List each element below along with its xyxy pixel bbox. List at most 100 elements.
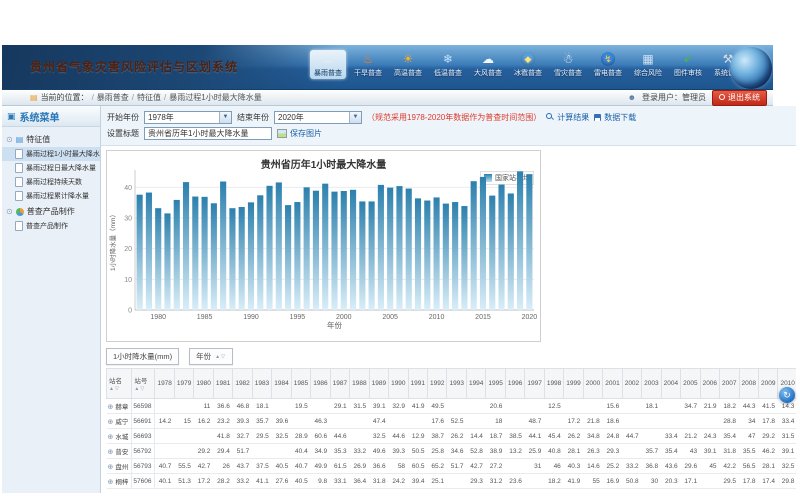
calculate-button[interactable]: 计算结果	[546, 112, 589, 123]
year-column-header[interactable]: 1993	[447, 369, 466, 399]
tree-expand-icon[interactable]: ⊙	[6, 208, 13, 216]
sidebar-item[interactable]: 普查产品制作	[2, 219, 100, 233]
year-column-header[interactable]: 1992	[428, 369, 447, 399]
wind-cloud-icon: ☁	[478, 51, 498, 67]
value-cell: 56.5	[739, 459, 758, 474]
chart-bar	[257, 195, 263, 310]
breadcrumb-item[interactable]: 暴雨普查	[97, 93, 129, 102]
nav-item-risk[interactable]: ▦综合风险	[630, 50, 666, 79]
breadcrumb-item[interactable]: 暴雨过程1小时最大降水量	[169, 93, 261, 102]
year-column-header[interactable]: 1979	[174, 369, 193, 399]
row-expand-icon[interactable]: ⊕	[108, 479, 114, 486]
chart-bar	[359, 201, 365, 310]
year-column-header[interactable]: 1983	[252, 369, 271, 399]
year-column-header[interactable]: 2004	[661, 369, 680, 399]
nav-item-cold[interactable]: ❄低温普查	[430, 50, 466, 79]
year-column-header[interactable]: 2008	[739, 369, 758, 399]
year-column-header[interactable]: 1982	[233, 369, 252, 399]
year-column-header[interactable]: 2005	[681, 369, 700, 399]
value-cell: 60.6	[311, 429, 330, 444]
value-cell	[252, 444, 271, 459]
value-cell: 24.8	[603, 429, 622, 444]
value-cell	[505, 459, 524, 474]
svg-text:0: 0	[128, 308, 132, 315]
year-column-header[interactable]: 1990	[389, 369, 408, 399]
breadcrumb-item[interactable]: 特征值	[137, 93, 161, 102]
column-header-站名[interactable]: 站名 ▲▽	[107, 369, 132, 399]
sidebar-item[interactable]: 暴雨过程1小时最大降水量	[2, 147, 100, 161]
value-cell	[194, 429, 213, 444]
year-column-header[interactable]: 2006	[700, 369, 719, 399]
sidebar-group-1[interactable]: ⊙普查产品制作	[2, 203, 100, 219]
breadcrumb-separator: /	[92, 93, 94, 102]
year-column-header[interactable]: 1984	[272, 369, 291, 399]
value-cell: 60.5	[408, 459, 427, 474]
year-column-header[interactable]: 1995	[486, 369, 505, 399]
year-column-header[interactable]: 1987	[330, 369, 349, 399]
column-field-chip[interactable]: 年份 ▲▽	[189, 348, 233, 365]
year-column-header[interactable]: 2009	[758, 369, 777, 399]
table-row: ⊕威宁5669114.21516.223.239.335.739.646.347…	[107, 414, 797, 429]
value-cell	[272, 444, 291, 459]
nav-item-rainstorm[interactable]: ☁暴雨普查	[310, 50, 346, 79]
year-column-header[interactable]: 1981	[213, 369, 232, 399]
row-expand-icon[interactable]: ⊕	[108, 464, 114, 471]
logout-button[interactable]: 退出系统	[712, 90, 767, 106]
table-row: ⊕普安5679229.229.451.740.434.935.333.249.6…	[107, 444, 797, 459]
year-column-header[interactable]: 2007	[720, 369, 739, 399]
year-column-header[interactable]: 1996	[505, 369, 524, 399]
save-image-button[interactable]: 保存图片	[277, 128, 322, 139]
start-year-select[interactable]: 1978年 ▼	[144, 111, 232, 124]
year-column-header[interactable]: 2002	[622, 369, 641, 399]
chevron-down-icon[interactable]: ▼	[219, 112, 231, 123]
value-field-chip[interactable]: 1小时降水量(mm)	[106, 348, 179, 365]
value-cell: 14.2	[155, 414, 174, 429]
tree-expand-icon[interactable]: ⊙	[6, 136, 13, 144]
value-cell: 41.9	[564, 474, 583, 489]
data-download-button[interactable]: 数据下载	[594, 112, 636, 123]
year-column-header[interactable]: 1980	[194, 369, 213, 399]
end-year-select[interactable]: 2020年 ▼	[274, 111, 362, 124]
nav-item-snow[interactable]: ☃雪灾普查	[550, 50, 586, 79]
sidebar-item[interactable]: 暴雨过程持续天数	[2, 175, 100, 189]
row-expand-icon[interactable]: ⊕	[108, 404, 114, 411]
row-expand-icon[interactable]: ⊕	[108, 449, 114, 456]
nav-item-drought[interactable]: ♨干旱普查	[350, 50, 386, 79]
year-column-header[interactable]: 1994	[466, 369, 485, 399]
year-column-header[interactable]: 1999	[564, 369, 583, 399]
year-column-header[interactable]: 1978	[155, 369, 174, 399]
year-column-header[interactable]: 2001	[603, 369, 622, 399]
nav-item-lightning[interactable]: ↯雷电普查	[590, 50, 626, 79]
value-cell: 27.2	[486, 459, 505, 474]
year-column-header[interactable]: 1986	[311, 369, 330, 399]
value-cell: 29.6	[681, 459, 700, 474]
sort-arrows-icon: ▲▽	[215, 354, 226, 360]
sidebar-item-label: 暴雨过程累计降水量	[26, 191, 89, 201]
year-column-header[interactable]: 1985	[291, 369, 310, 399]
year-column-header[interactable]: 2003	[642, 369, 661, 399]
year-column-header[interactable]: 1991	[408, 369, 427, 399]
value-cell: 44.6	[330, 429, 349, 444]
sidebar-item[interactable]: 暴雨过程日最大降水量	[2, 161, 100, 175]
year-column-header[interactable]: 2000	[583, 369, 602, 399]
row-expand-icon[interactable]: ⊕	[108, 434, 114, 441]
year-column-header[interactable]: 1997	[525, 369, 544, 399]
nav-item-wind[interactable]: ☁大风普查	[470, 50, 506, 79]
year-column-header[interactable]: 1998	[544, 369, 563, 399]
nav-item-hail[interactable]: ◆冰雹普查	[510, 50, 546, 79]
chevron-down-icon[interactable]: ▼	[349, 112, 361, 123]
nav-item-audit[interactable]: ✔图件审核	[670, 50, 706, 79]
sidebar-item[interactable]: 暴雨过程累计降水量	[2, 189, 100, 203]
column-header-站号[interactable]: 站号 ▲▽	[132, 369, 155, 399]
year-column-header[interactable]: 1988	[350, 369, 369, 399]
year-column-header[interactable]: 1989	[369, 369, 388, 399]
sidebar-group-0[interactable]: ⊙▤特征值	[2, 131, 100, 147]
chart-bar	[434, 197, 440, 310]
table-row: ⊕水城5669341.832.729.532.528.960.644.632.5…	[107, 429, 797, 444]
nav-item-heat[interactable]: ☀高温普查	[390, 50, 426, 79]
value-cell: 31	[525, 459, 544, 474]
floating-widget[interactable]: ↻	[779, 387, 795, 403]
row-expand-icon[interactable]: ⊕	[108, 419, 114, 426]
value-cell: 14.4	[466, 429, 485, 444]
chart-title-input[interactable]	[144, 127, 272, 140]
